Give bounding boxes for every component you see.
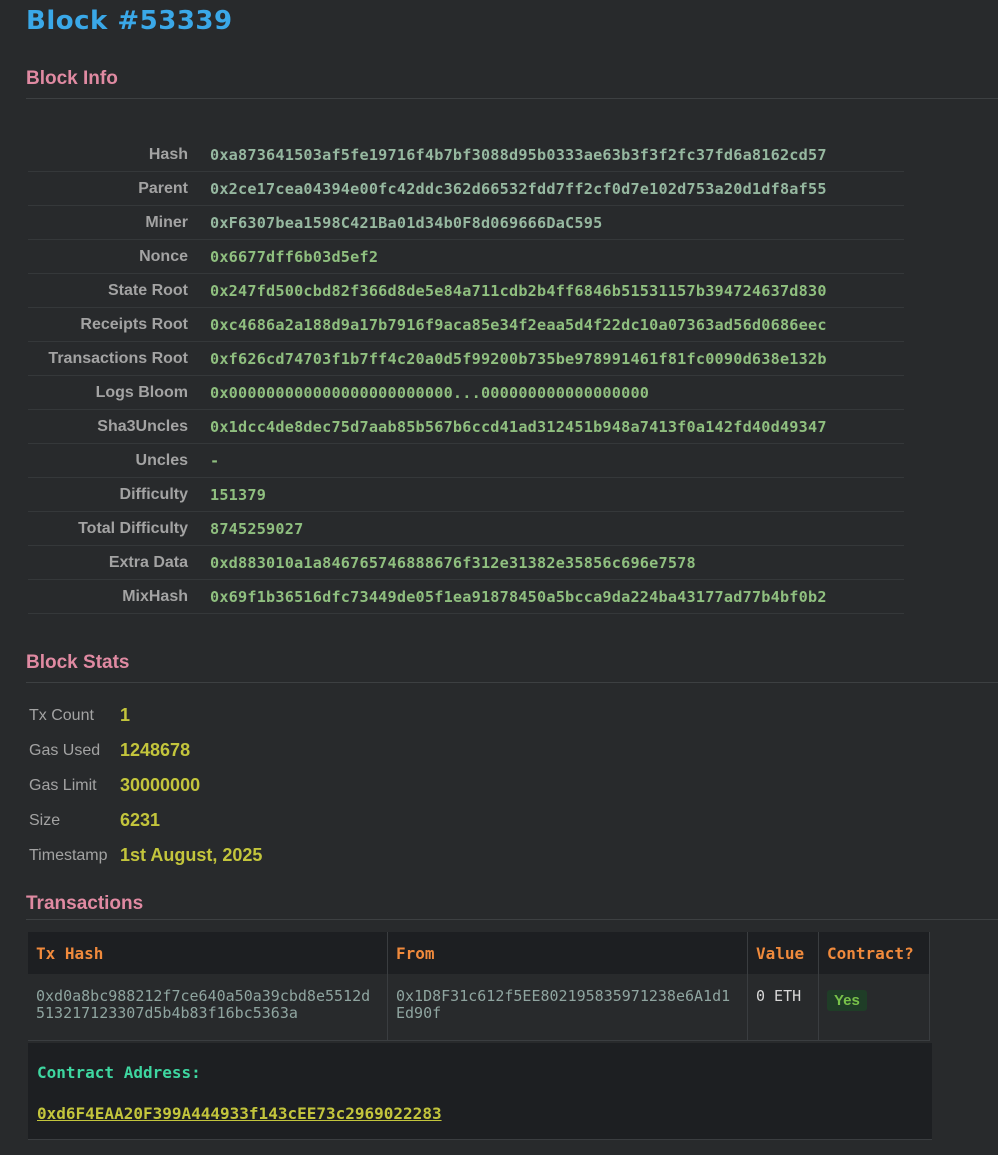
stat-label: Timestamp (29, 846, 108, 864)
tx-hash-cell[interactable]: 0xd0a8bc988212f7ce640a50a39cbd8e5512d513… (28, 974, 388, 1040)
stat-row-gas-limit: Gas Limit 30000000 (29, 768, 262, 803)
block-info-heading: Block Info (26, 68, 118, 89)
info-row-mixhash: MixHash 0x69f1b36516dfc73449de05f1ea9187… (28, 580, 904, 614)
info-row-uncles: Uncles - (28, 444, 904, 478)
stat-label: Gas Limit (29, 776, 97, 794)
stat-value: 6231 (120, 810, 161, 830)
info-row-nonce: Nonce 0x6677dff6b03d5ef2 (28, 240, 904, 274)
stat-value: 30000000 (120, 775, 201, 795)
info-value: 0xf626cd74703f1b7ff4c20a0d5f99200b735be9… (210, 349, 827, 368)
info-label: Miner (145, 213, 188, 231)
value-cell: 0 ETH (748, 974, 819, 1040)
info-row-total-difficulty: Total Difficulty 8745259027 (28, 512, 904, 546)
contract-yes-badge: Yes (827, 990, 867, 1011)
info-label: Total Difficulty (78, 519, 188, 537)
table-row[interactable]: 0xd0a8bc988212f7ce640a50a39cbd8e5512d513… (28, 974, 930, 1041)
info-row-transactions-root: Transactions Root 0xf626cd74703f1b7ff4c2… (28, 342, 904, 376)
info-value: 0x6677dff6b03d5ef2 (210, 247, 379, 266)
stat-label: Gas Used (29, 741, 101, 759)
info-value: 0xc4686a2a188d9a17b7916f9aca85e34f2eaa5d… (210, 315, 827, 334)
column-header-value: Value (748, 932, 819, 974)
stat-label: Tx Count (29, 706, 94, 724)
info-row-logs-bloom: Logs Bloom 0x000000000000000000000000...… (28, 376, 904, 410)
info-value: - (210, 451, 220, 470)
info-value: 8745259027 (210, 519, 304, 538)
transactions-heading: Transactions (26, 893, 144, 914)
page-title: Block #53339 (26, 6, 233, 36)
info-row-state-root: State Root 0x247fd500cbd82f366d8de5e84a7… (28, 274, 904, 308)
info-row-extra-data: Extra Data 0xd883010a1a846765746888676f3… (28, 546, 904, 580)
info-value: 0xF6307bea1598C421Ba01d34b0F8d069666DaC5… (210, 213, 603, 232)
contract-cell: Yes (819, 974, 930, 1040)
info-value: 0x247fd500cbd82f366d8de5e84a711cdb2b4ff6… (210, 281, 827, 300)
info-label: MixHash (122, 587, 188, 605)
info-label: Transactions Root (48, 349, 188, 367)
block-stats-divider (26, 682, 998, 683)
block-info-divider (26, 98, 998, 99)
info-label: Hash (148, 145, 188, 163)
info-row-hash: Hash 0xa873641503af5fe19716f4b7bf3088d95… (28, 138, 904, 172)
info-value: 0xa873641503af5fe19716f4b7bf3088d95b0333… (210, 145, 827, 164)
stat-row-gas-used: Gas Used 1248678 (29, 733, 262, 768)
block-stats-heading: Block Stats (26, 652, 130, 673)
column-header-contract: Contract? (819, 932, 930, 974)
info-row-miner: Miner 0xF6307bea1598C421Ba01d34b0F8d0696… (28, 206, 904, 240)
info-row-sha3uncles: Sha3Uncles 0x1dcc4de8dec75d7aab85b567b6c… (28, 410, 904, 444)
column-header-from: From (388, 932, 748, 974)
column-header-tx-hash: Tx Hash (28, 932, 388, 974)
info-row-receipts-root: Receipts Root 0xc4686a2a188d9a17b7916f9a… (28, 308, 904, 342)
info-value: 0xd883010a1a846765746888676f312e31382e35… (210, 553, 696, 572)
info-row-parent: Parent 0x2ce17cea04394e00fc42ddc362d6653… (28, 172, 904, 206)
stat-row-tx-count: Tx Count 1 (29, 698, 262, 733)
from-address-cell[interactable]: 0x1D8F31c612f5EE802195835971238e6A1d1Ed9… (388, 974, 748, 1040)
transactions-divider (26, 919, 998, 920)
contract-address-panel: Contract Address: 0xd6F4EAA20F399A444933… (28, 1043, 932, 1140)
block-info-table: Hash 0xa873641503af5fe19716f4b7bf3088d95… (28, 138, 904, 614)
info-label: Parent (138, 179, 188, 197)
block-stats-list: Tx Count 1 Gas Used 1248678 Gas Limit 30… (29, 698, 262, 873)
transactions-table: Tx Hash From Value Contract? 0xd0a8bc988… (28, 932, 930, 1041)
info-value: 0x69f1b36516dfc73449de05f1ea91878450a5bc… (210, 587, 827, 606)
info-label: Extra Data (108, 553, 188, 571)
stat-row-timestamp: Timestamp 1st August, 2025 (29, 838, 262, 873)
transactions-table-header: Tx Hash From Value Contract? (28, 932, 930, 974)
stat-value: 1 (120, 705, 131, 725)
stat-row-size: Size 6231 (29, 803, 262, 838)
contract-address-label: Contract Address: (37, 1063, 201, 1082)
info-value: 0x1dcc4de8dec75d7aab85b567b6ccd41ad31245… (210, 417, 827, 436)
info-label: Nonce (139, 247, 188, 265)
stat-value: 1248678 (120, 740, 191, 760)
info-label: Receipts Root (80, 315, 188, 333)
info-label: Logs Bloom (95, 383, 188, 401)
stat-label: Size (29, 811, 61, 829)
stat-value: 1st August, 2025 (120, 845, 263, 865)
info-label: State Root (108, 281, 188, 299)
info-value: 0x000000000000000000000000...00000000000… (210, 383, 650, 402)
info-value: 0x2ce17cea04394e00fc42ddc362d66532fdd7ff… (210, 179, 827, 198)
info-label: Difficulty (119, 485, 188, 503)
info-label: Uncles (135, 451, 188, 469)
info-value: 151379 (210, 485, 267, 504)
info-row-difficulty: Difficulty 151379 (28, 478, 904, 512)
info-label: Sha3Uncles (97, 417, 188, 435)
contract-address-link[interactable]: 0xd6F4EAA20F399A444933f143cEE73c29690222… (37, 1104, 442, 1123)
